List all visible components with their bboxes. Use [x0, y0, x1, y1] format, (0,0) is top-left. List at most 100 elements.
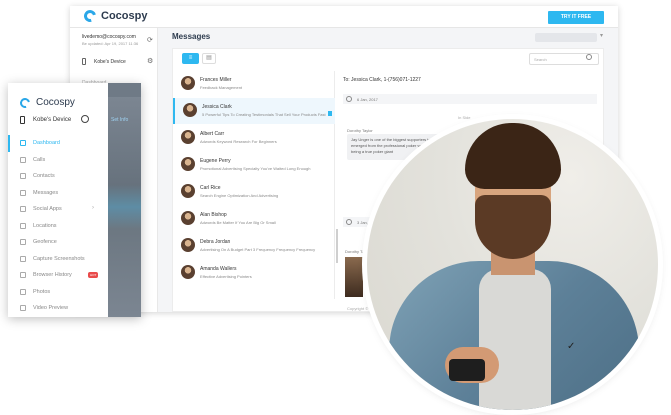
device-name: Kobe's Device	[94, 58, 126, 65]
cocospy-logo-icon	[18, 95, 32, 110]
map-tab-label: Set Info	[111, 117, 129, 123]
date-divider: 6 Jan, 2017	[343, 94, 597, 104]
delete-icon[interactable]	[328, 111, 332, 116]
browser-icon	[20, 272, 26, 279]
account-email: livedemo@cocospy.com	[82, 34, 136, 40]
avatar	[181, 76, 195, 90]
avatar	[181, 157, 195, 171]
cocospy-logo-icon	[81, 7, 99, 25]
phone-icon	[20, 116, 25, 124]
list-item[interactable]: Frances Miller Feedback Management	[173, 71, 335, 97]
sidebar-item-calls[interactable]: Calls	[8, 152, 108, 169]
photo-attachment[interactable]	[345, 257, 363, 297]
video-icon	[20, 305, 26, 312]
avatar	[181, 211, 195, 225]
clock-icon	[346, 219, 352, 225]
search-icon[interactable]	[586, 54, 592, 60]
mobile-menu: Dashboard Calls Contacts Messages Social…	[8, 135, 108, 317]
mobile-device-selector[interactable]: Kobe's Device	[20, 116, 71, 124]
thread-name: Jessica Clark	[202, 104, 232, 110]
thread-list: Frances Miller Feedback Management Jessi…	[173, 71, 338, 299]
conversation-header: To: Jessica Clark, 1-(756)071-1227	[343, 77, 421, 83]
list-item[interactable]: Jessica Clark 5 Powerful Tips To Creatin…	[173, 98, 335, 124]
sidebar-item-photos[interactable]: Photos	[8, 284, 108, 301]
brand-logo[interactable]: Cocospy	[81, 7, 148, 25]
user-menu[interactable]	[535, 33, 597, 42]
list-item[interactable]: Amanda Wallers Effective Advertising Poi…	[173, 260, 335, 286]
phone-call-icon	[20, 156, 26, 163]
avatar	[183, 103, 197, 117]
avatar	[181, 184, 195, 198]
thread-name: Carl Rice	[200, 185, 221, 191]
menu-label: Locations	[33, 222, 57, 229]
mobile-app: ▾ ▮ 12:30 Cocospy Kobe's Device Dashboar…	[8, 83, 141, 317]
device-selector[interactable]: Kobe's Device	[82, 58, 126, 65]
geofence-icon	[20, 239, 26, 246]
menu-label: Contacts	[33, 173, 55, 180]
menu-label: Messages	[33, 189, 59, 196]
location-pin-icon	[20, 222, 26, 229]
list-item[interactable]: Alan Bishop Adwords Be Matter If You Are…	[173, 206, 335, 232]
swoosh-logo-icon: ✓	[567, 341, 576, 352]
brand-name: Cocospy	[36, 97, 75, 108]
thread-name: Debra Jordan	[200, 239, 231, 245]
grey-tshirt	[479, 269, 551, 410]
thread-name: Amanda Wallers	[200, 266, 237, 272]
chart-view-button[interactable]: ▤	[202, 53, 216, 64]
date-label: 6 Jan, 2017	[357, 97, 378, 102]
menu-label: Video Preview	[33, 305, 69, 312]
message-icon	[20, 189, 26, 196]
menu-label: Dashboard	[33, 140, 60, 147]
avatar	[181, 130, 195, 144]
thread-name: Eugene Perry	[200, 158, 231, 164]
account-updated: Be updated: Apr 19, 2017 11:36	[82, 41, 139, 46]
refresh-icon[interactable]: ⟳	[147, 36, 153, 44]
device-name: Kobe's Device	[33, 117, 72, 123]
hero-photo: ✓	[367, 119, 658, 410]
screenshot-icon	[20, 255, 26, 262]
thread-preview: 5 Powerful Tips To Creating Testimonials…	[202, 112, 326, 117]
clock-icon	[346, 96, 352, 102]
thread-preview: Effective Advertising Pointers	[200, 274, 252, 279]
try-it-free-button[interactable]: TRY IT FREE	[548, 11, 604, 24]
scrollbar[interactable]	[336, 229, 338, 263]
chevron-right-icon: ›	[92, 205, 94, 211]
contacts-icon	[20, 173, 26, 180]
list-item[interactable]: Eugene Perry Promotional Advertising Spe…	[173, 152, 335, 178]
mobile-brand-logo[interactable]: Cocospy	[18, 95, 75, 110]
list-item[interactable]: Debra Jordan Advertising On A Budget Par…	[173, 233, 335, 259]
page-title: Messages	[172, 32, 211, 41]
menu-label: Geofence	[33, 239, 57, 246]
sidebar-item-social-apps[interactable]: Social Apps ›	[8, 201, 108, 218]
avatar	[181, 238, 195, 252]
thread-preview: Search Engine Optimization And Advertisi…	[200, 193, 279, 198]
sidebar-item-messages[interactable]: Messages	[8, 185, 108, 202]
map-preview[interactable]: Set Info	[108, 83, 141, 317]
sidebar-item-geofence[interactable]: Geofence	[8, 234, 108, 251]
thread-preview: Promotional Advertising Specialty You've…	[200, 166, 311, 171]
thread-preview: Adwords Keyword Research For Beginners	[200, 139, 277, 144]
menu-label: Browser History	[33, 272, 72, 279]
sidebar-item-dashboard[interactable]: Dashboard	[8, 135, 108, 152]
avatar	[181, 265, 195, 279]
chevron-down-icon[interactable]: ▾	[600, 32, 603, 39]
sidebar-item-contacts[interactable]: Contacts	[8, 168, 108, 185]
gear-icon[interactable]	[81, 115, 89, 123]
thread-name: Alan Bishop	[200, 212, 227, 218]
list-item[interactable]: Carl Rice Search Engine Optimization And…	[173, 179, 335, 205]
sidebar-item-browser-history[interactable]: Browser History HOT	[8, 267, 108, 284]
list-item[interactable]: Albert Carr Adwords Keyword Research For…	[173, 125, 335, 151]
thread-preview: Advertising On A Budget Part 3 Frequency…	[200, 247, 316, 252]
photo-icon	[20, 288, 26, 295]
sidebar-item-locations[interactable]: Locations	[8, 218, 108, 235]
top-bar: Cocospy TRY IT FREE	[70, 6, 618, 28]
copyright: Copyright ©	[347, 306, 369, 311]
menu-label: Calls	[33, 156, 46, 163]
thread-name: Albert Carr	[200, 131, 225, 137]
menu-label: Social Apps	[33, 206, 62, 213]
list-view-button[interactable]: ≡	[182, 53, 199, 64]
brand-name: Cocospy	[101, 10, 148, 22]
gear-icon[interactable]: ⚙	[147, 57, 153, 65]
sidebar-item-video-preview[interactable]: Video Preview	[8, 300, 108, 317]
sidebar-item-capture-screenshots[interactable]: Capture Screenshots	[8, 251, 108, 268]
